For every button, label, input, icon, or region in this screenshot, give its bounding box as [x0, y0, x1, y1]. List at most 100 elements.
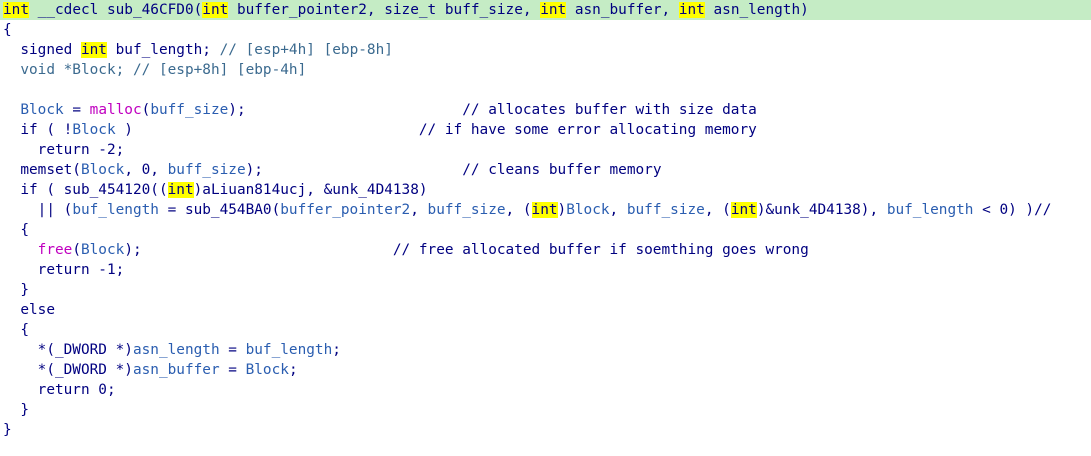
code-line[interactable]: *(_DWORD *)asn_buffer = Block;	[0, 360, 1091, 380]
code-token: asn_length)	[704, 2, 809, 18]
variable-token[interactable]: Block	[3, 102, 63, 118]
highlighted-keyword[interactable]: int	[678, 2, 705, 18]
variable-token[interactable]: buff_size	[627, 202, 705, 218]
code-line[interactable]	[0, 80, 1091, 100]
pseudocode-view[interactable]: int __cdecl sub_46CFD0(int buffer_pointe…	[0, 0, 1091, 456]
code-token: ;	[332, 342, 341, 358]
code-token: buffer_pointer2, size_t buff_size,	[228, 2, 541, 18]
comment-token: // [esp+4h] [ebp-8h]	[219, 42, 393, 58]
code-token: // free allocated buffer if soemthing go…	[141, 242, 809, 258]
code-line[interactable]: {	[0, 220, 1091, 240]
variable-token[interactable]: Block	[81, 242, 124, 258]
highlighted-keyword[interactable]: int	[202, 2, 229, 18]
code-token: __cdecl sub_46CFD0(	[29, 2, 203, 18]
highlighted-keyword[interactable]: int	[167, 182, 194, 198]
comment-token: void *Block;	[3, 62, 133, 78]
code-token: memset(	[3, 162, 81, 178]
highlighted-keyword[interactable]: int	[80, 42, 107, 58]
code-token: )&unk_4D4138),	[756, 202, 887, 218]
code-token: return 0;	[3, 382, 116, 398]
variable-token[interactable]: buf_length	[72, 202, 159, 218]
code-token: , 0,	[124, 162, 168, 178]
variable-token[interactable]: buff_size	[150, 102, 228, 118]
code-line[interactable]: return 0;	[0, 380, 1091, 400]
code-token: , (	[505, 202, 532, 218]
code-token: =	[219, 342, 246, 358]
code-token: ;	[288, 362, 298, 378]
code-token: < 0) )//	[973, 202, 1052, 218]
variable-token[interactable]: buffer_pointer2	[280, 202, 410, 218]
code-token: = sub_454BA0(	[158, 202, 281, 218]
code-token: buf_length;	[106, 42, 220, 58]
code-token: , (	[704, 202, 731, 218]
code-token: =	[219, 362, 246, 378]
function-call-token[interactable]: malloc	[90, 102, 142, 118]
variable-token[interactable]: Block	[246, 362, 289, 378]
code-token: }	[3, 402, 29, 418]
code-token: || (	[3, 202, 73, 218]
code-token: {	[3, 322, 29, 338]
variable-token[interactable]: asn_length	[133, 342, 220, 358]
function-call-token[interactable]: free	[38, 242, 73, 258]
code-line[interactable]: void *Block; // [esp+8h] [ebp-4h]	[0, 60, 1091, 80]
code-line[interactable]: return -2;	[0, 140, 1091, 160]
code-line[interactable]: }	[0, 280, 1091, 300]
variable-token[interactable]: buff_size	[428, 202, 506, 218]
code-token: if ( sub_454120((	[3, 182, 168, 198]
variable-token[interactable]: buf_length	[246, 342, 333, 358]
code-line[interactable]: memset(Block, 0, buff_size); // cleans b…	[0, 160, 1091, 180]
code-line[interactable]: int __cdecl sub_46CFD0(int buffer_pointe…	[0, 0, 1091, 20]
code-token: );	[228, 102, 246, 118]
code-token: )	[557, 202, 567, 218]
code-token: // cleans buffer memory	[262, 162, 662, 178]
code-token: // allocates buffer with size data	[245, 102, 757, 118]
code-line[interactable]: {	[0, 20, 1091, 40]
variable-token[interactable]: asn_buffer	[133, 362, 220, 378]
code-line[interactable]: signed int buf_length; // [esp+4h] [ebp-…	[0, 40, 1091, 60]
code-line[interactable]: return -1;	[0, 260, 1091, 280]
code-token: )aLiuan814ucj, &unk_4D4138)	[193, 182, 428, 198]
variable-token[interactable]: Block	[81, 162, 124, 178]
code-line[interactable]: else	[0, 300, 1091, 320]
code-token: asn_buffer,	[566, 2, 679, 18]
code-token: if ( !	[3, 122, 73, 138]
code-token: }	[3, 282, 29, 298]
code-line[interactable]: }	[0, 400, 1091, 420]
highlighted-keyword[interactable]: int	[531, 202, 558, 218]
code-token: else	[3, 302, 55, 318]
code-token: ,	[609, 202, 627, 218]
variable-token[interactable]: buf_length	[887, 202, 974, 218]
code-token: )	[115, 122, 133, 138]
code-token: );	[245, 162, 263, 178]
code-token: }	[3, 422, 12, 438]
code-line[interactable]: || (buf_length = sub_454BA0(buffer_point…	[0, 200, 1091, 220]
code-line[interactable]: if ( !Block ) // if have some error allo…	[0, 120, 1091, 140]
code-line[interactable]: {	[0, 320, 1091, 340]
code-line[interactable]: Block = malloc(buff_size); // allocates …	[0, 100, 1091, 120]
code-token: {	[3, 222, 29, 238]
code-token: // if have some error allocating memory	[132, 122, 757, 138]
code-token: (	[141, 102, 151, 118]
code-line[interactable]: *(_DWORD *)asn_length = buf_length;	[0, 340, 1091, 360]
code-token: *(_DWORD *)	[3, 342, 133, 358]
variable-token[interactable]: Block	[72, 122, 115, 138]
highlighted-keyword[interactable]: int	[730, 202, 757, 218]
code-line[interactable]: }	[0, 420, 1091, 440]
highlighted-keyword[interactable]: int	[3, 2, 29, 18]
code-line[interactable]: if ( sub_454120((int)aLiuan814ucj, &unk_…	[0, 180, 1091, 200]
code-token: =	[63, 102, 90, 118]
variable-token[interactable]: Block	[566, 202, 609, 218]
code-token: *(_DWORD *)	[3, 362, 133, 378]
code-token: return -2;	[3, 142, 125, 158]
code-token: ,	[410, 202, 428, 218]
code-token: return -1;	[3, 262, 125, 278]
variable-token[interactable]: buff_size	[168, 162, 246, 178]
code-line[interactable]: free(Block); // free allocated buffer if…	[0, 240, 1091, 260]
code-token: {	[3, 22, 12, 38]
code-token: );	[124, 242, 142, 258]
highlighted-keyword[interactable]: int	[540, 2, 567, 18]
comment-token: // [esp+8h] [ebp-4h]	[132, 62, 307, 78]
code-token: signed	[3, 42, 81, 58]
code-token: (	[72, 242, 81, 258]
